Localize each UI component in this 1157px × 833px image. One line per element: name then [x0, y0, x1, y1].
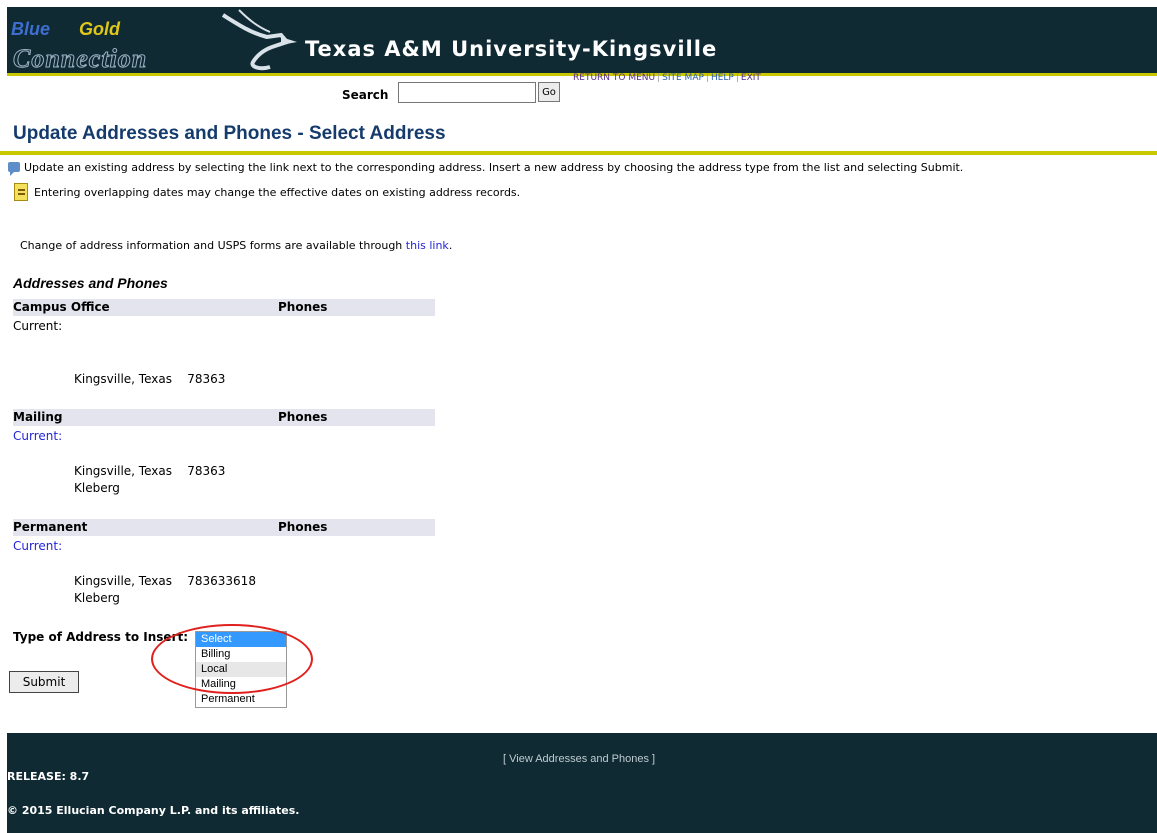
- site-map-link[interactable]: SITE MAP: [662, 73, 704, 83]
- page-title: Update Addresses and Phones - Select Add…: [13, 123, 446, 144]
- change-address-link[interactable]: this link: [406, 239, 449, 252]
- footer-link-label: View Addresses and Phones: [509, 753, 649, 765]
- address-type-label: Permanent: [13, 520, 88, 534]
- change-address-suffix: .: [448, 239, 453, 252]
- footer: [ View Addresses and Phones ] RELEASE: 8…: [7, 733, 1157, 833]
- change-address-prefix: Change of address information and USPS f…: [20, 239, 406, 252]
- copyright-text: © 2015 Ellucian Company L.P. and its aff…: [7, 804, 300, 817]
- release-version: RELEASE: 8.7: [7, 770, 90, 783]
- phones-column-header: Phones: [278, 520, 328, 534]
- view-addresses-link[interactable]: [ View Addresses and Phones ]: [503, 753, 655, 765]
- instruction-label: Update an existing address by selecting …: [24, 161, 964, 174]
- top-navigation: RETURN TO MENU | SITE MAP | HELP | EXIT: [573, 73, 761, 83]
- address-table-header: Campus Office Phones: [13, 299, 435, 316]
- title-accent-rule: [0, 151, 1157, 155]
- address-county: Kleberg: [74, 591, 120, 605]
- address-zip: 78363: [187, 464, 226, 478]
- comment-icon: [8, 162, 20, 176]
- blue-gold-connection-logo[interactable]: Blue Gold Connection: [7, 7, 297, 76]
- javelina-logo-icon: [221, 9, 297, 71]
- logo-blue-text: Blue: [11, 19, 51, 39]
- warning-note-label: Entering overlapping dates may change th…: [34, 186, 521, 199]
- address-zip: 783633618: [187, 574, 256, 588]
- return-to-menu-link[interactable]: RETURN TO MENU: [573, 73, 655, 83]
- address-city-state-zip: Kingsville, Texas 78363: [74, 372, 225, 386]
- address-type-label: Type of Address to Insert:: [13, 630, 189, 644]
- note-icon: [14, 183, 28, 201]
- current-address-link[interactable]: Current:: [13, 539, 62, 553]
- nav-separator: |: [705, 73, 709, 83]
- change-address-text: Change of address information and USPS f…: [20, 239, 452, 252]
- exit-link[interactable]: EXIT: [741, 73, 761, 83]
- address-city: Kingsville, Texas: [74, 464, 172, 478]
- current-address-link[interactable]: Current:: [13, 429, 62, 443]
- logo-gold-text: Gold: [79, 19, 120, 39]
- mailing-address: Mailing Phones Current: Kingsville, Texa…: [13, 409, 435, 495]
- address-table-header: Mailing Phones: [13, 409, 435, 426]
- address-city-state-zip: Kingsville, Texas 783633618: [74, 574, 256, 588]
- address-type-option[interactable]: Permanent: [196, 692, 286, 707]
- address-city: Kingsville, Texas: [74, 574, 172, 588]
- address-type-label: Mailing: [13, 410, 63, 424]
- address-city-state-zip: Kingsville, Texas 78363: [74, 464, 225, 478]
- address-type-select[interactable]: Select Billing Local Mailing Permanent: [195, 631, 287, 708]
- address-city: Kingsville, Texas: [74, 372, 172, 386]
- address-zip: 78363: [187, 372, 226, 386]
- header-banner: Blue Gold Connection Texas A&M Universit…: [7, 7, 1157, 76]
- phones-column-header: Phones: [278, 410, 328, 424]
- campus-office-address: Campus Office Phones Current: Kingsville…: [13, 299, 435, 386]
- address-county: Kleberg: [74, 481, 120, 495]
- instruction-text: Update an existing address by selecting …: [8, 161, 964, 176]
- phones-column-header: Phones: [278, 300, 328, 314]
- address-type-option[interactable]: Billing: [196, 647, 286, 662]
- address-type-option[interactable]: Local: [196, 662, 286, 677]
- search-label: Search: [342, 88, 389, 102]
- address-type-option[interactable]: Mailing: [196, 677, 286, 692]
- address-type-option[interactable]: Select: [196, 632, 286, 647]
- nav-separator: |: [735, 73, 739, 83]
- logo-connection-text: Connection: [12, 44, 148, 74]
- permanent-address: Permanent Phones Current: Kingsville, Te…: [13, 519, 435, 605]
- help-link[interactable]: HELP: [711, 73, 734, 83]
- submit-button[interactable]: Submit: [9, 671, 79, 693]
- address-table-header: Permanent Phones: [13, 519, 435, 536]
- address-type-label: Campus Office: [13, 300, 110, 314]
- addresses-section-heading: Addresses and Phones: [13, 275, 168, 291]
- warning-note: Entering overlapping dates may change th…: [14, 183, 520, 201]
- go-button[interactable]: Go: [538, 82, 560, 102]
- current-label: Current:: [13, 319, 63, 333]
- footer-link-suffix: ]: [648, 753, 656, 765]
- search-input[interactable]: [398, 82, 536, 103]
- university-title: Texas A&M University-Kingsville: [305, 37, 718, 61]
